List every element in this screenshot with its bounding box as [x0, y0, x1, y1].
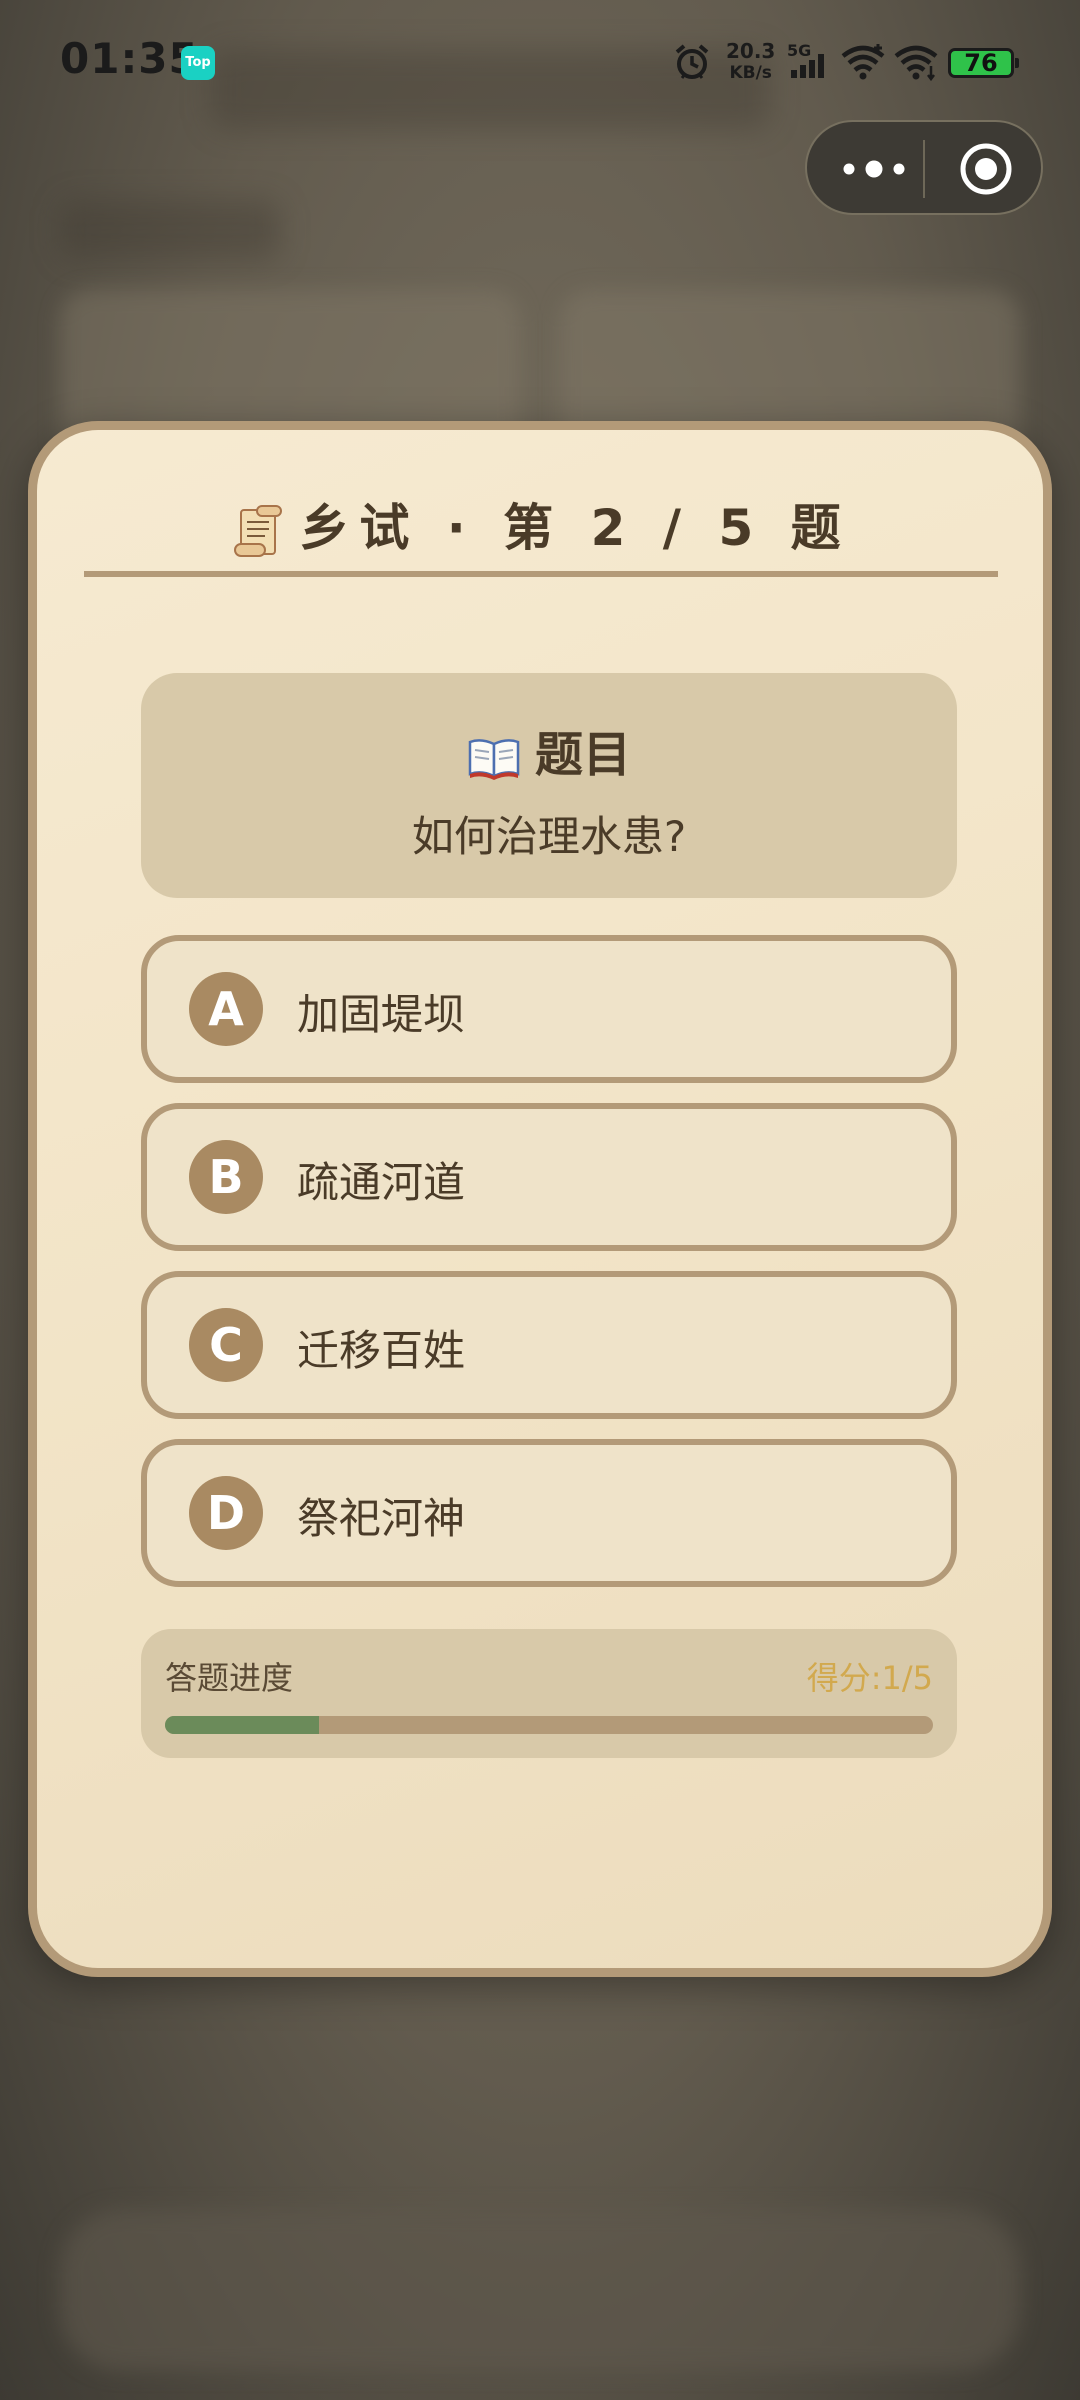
question-heading-text: 题目 — [534, 727, 631, 783]
wifi-icon — [894, 45, 938, 82]
option-text: 疏通河道 — [297, 1158, 466, 1207]
modal-title: 乡试 · 第 2 / 5 题 — [37, 488, 1043, 560]
battery-icon: 76 — [948, 48, 1019, 78]
blurred-bottom-button — [60, 2210, 1020, 2370]
option-text: 加固堤坝 — [297, 990, 466, 1039]
option-text: 迁移百姓 — [297, 1326, 466, 1375]
option-text: 祭祀河神 — [297, 1494, 466, 1543]
option-b-button[interactable]: B 疏通河道 — [141, 1103, 957, 1251]
score-text: 得分:1/5 — [806, 1659, 933, 1697]
open-book-icon — [468, 739, 520, 780]
status-time: 01:35 — [60, 34, 199, 83]
option-c-button[interactable]: C 迁移百姓 — [141, 1271, 957, 1419]
question-text: 如何治理水患? — [411, 812, 687, 861]
option-a-button[interactable]: A 加固堤坝 — [141, 935, 957, 1083]
progress-bar-fill — [165, 1716, 319, 1734]
option-letter-badge: A — [189, 972, 263, 1046]
option-d-button[interactable]: D 祭祀河神 — [141, 1439, 957, 1587]
network-speed: 20.3 KB/s — [726, 40, 775, 84]
status-bar: 01:35 Top 20.3 KB/s 5G 76 — [0, 0, 1080, 120]
option-letter-badge: C — [189, 1308, 263, 1382]
network-speed-value: 20.3 — [726, 39, 776, 63]
signal-icon: 5G — [787, 41, 824, 78]
capsule-divider — [923, 140, 925, 198]
scroll-icon — [234, 504, 283, 557]
target-close-icon[interactable] — [959, 142, 1013, 196]
more-dots-icon[interactable] — [839, 152, 909, 186]
network-speed-unit: KB/s — [729, 63, 772, 83]
question-card: 题目 如何治理水患? — [141, 673, 957, 898]
modal-title-text: 乡试 · 第 2 / 5 题 — [299, 499, 851, 557]
option-letter-badge: B — [189, 1140, 263, 1214]
blurred-section-label — [60, 200, 280, 260]
wifi-icon — [841, 44, 885, 80]
mini-program-capsule — [805, 120, 1043, 215]
exam-question-modal: 乡试 · 第 2 / 5 题 题目 如何治理水患? A 加固堤坝 B 疏通河道 … — [28, 421, 1052, 1977]
network-type-label: 5G — [787, 41, 811, 60]
title-divider — [84, 571, 998, 577]
app-badge-icon: Top — [181, 46, 215, 80]
progress-bar-track — [165, 1716, 933, 1734]
progress-label: 答题进度 — [165, 1659, 294, 1697]
option-letter-badge: D — [189, 1476, 263, 1550]
progress-card: 答题进度 得分:1/5 — [141, 1629, 957, 1758]
question-heading: 题目 — [141, 715, 957, 785]
alarm-icon — [675, 44, 709, 79]
